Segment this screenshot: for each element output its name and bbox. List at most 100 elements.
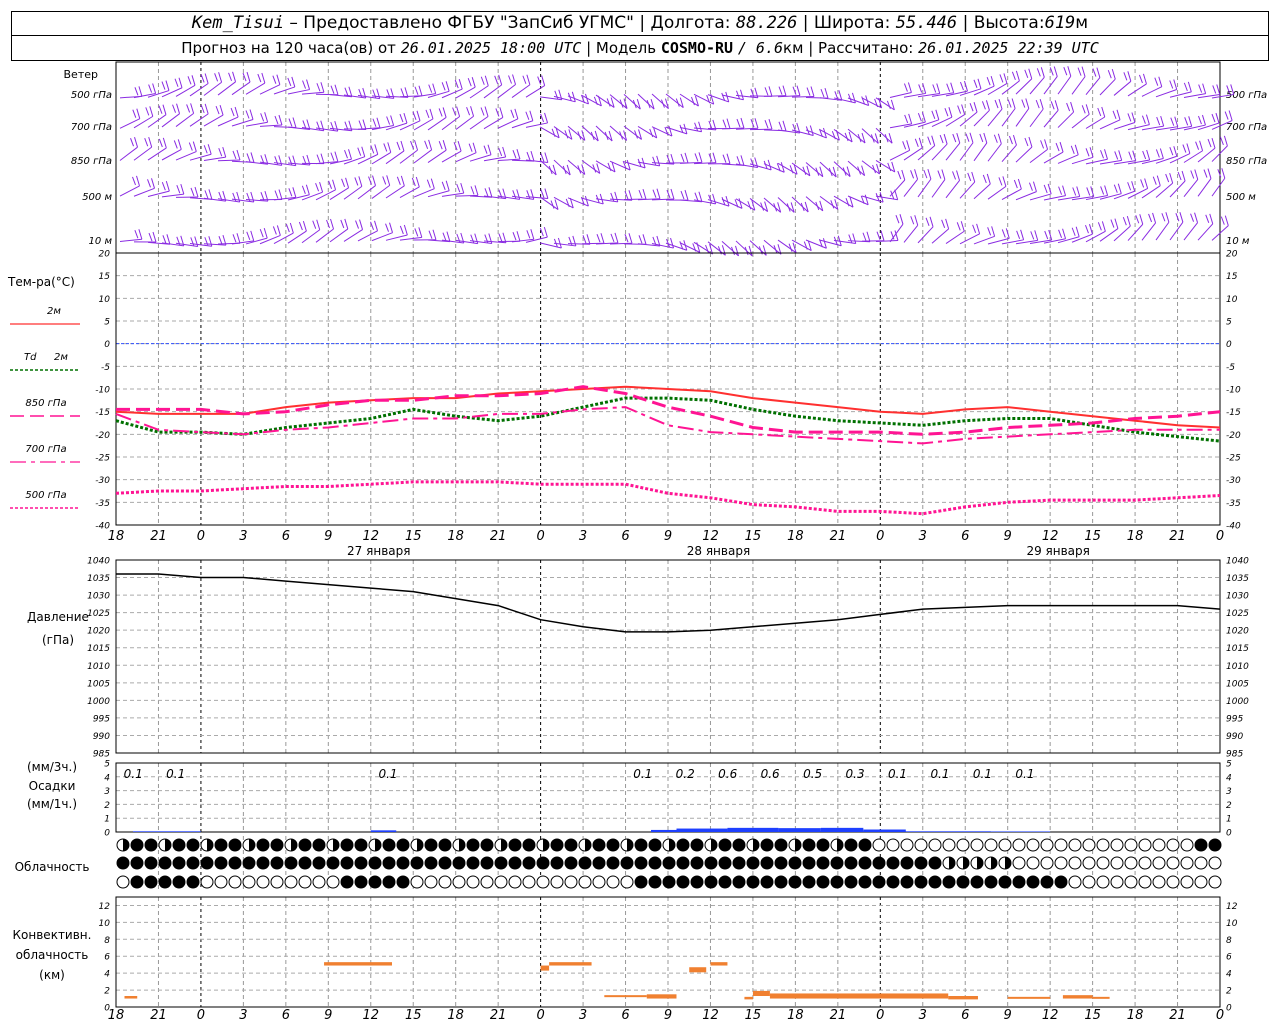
wind-barb-flag xyxy=(1182,144,1187,153)
wind-barb xyxy=(987,143,1002,162)
cloud-symbol xyxy=(410,875,424,889)
cloud-symbol xyxy=(620,856,634,870)
wind-barb-flag xyxy=(162,235,167,244)
cloud-symbol-half xyxy=(949,857,955,869)
wind-barb-flag xyxy=(1131,181,1136,192)
cloud-symbol xyxy=(494,875,508,889)
wind-barb-flag xyxy=(557,237,562,249)
wind-barb-flag xyxy=(158,105,163,114)
wind-barb-flag xyxy=(1117,183,1122,194)
wind-barb-flag xyxy=(344,218,349,230)
prec-ytick-right: 0 xyxy=(1226,829,1232,839)
wind-barb-flag xyxy=(134,137,138,148)
wind-barb-flag xyxy=(288,188,293,197)
wind-barb-flag xyxy=(1081,66,1086,77)
wind-barb-flag xyxy=(712,152,717,163)
wind-barb-flag xyxy=(562,165,567,175)
wind-barb-flag xyxy=(935,109,940,120)
wind-barb-flag xyxy=(445,81,450,92)
wind-barb-flag xyxy=(845,198,850,207)
wind-barb-flag xyxy=(983,132,988,144)
precip-value-label: 0.1 xyxy=(1015,767,1034,781)
cloud-symbol xyxy=(424,875,438,889)
cloud-symbol xyxy=(844,838,858,852)
wind-barb-flag xyxy=(1100,186,1105,195)
cloud-symbol-half xyxy=(627,839,633,851)
temp-axis-hour-label: 0 xyxy=(1216,529,1224,544)
cloud-symbol xyxy=(1040,856,1054,870)
precip-bar xyxy=(990,831,1051,832)
conv-ytick-right: 10 xyxy=(1226,919,1238,929)
pres-ytick-right: 1020 xyxy=(1226,627,1249,637)
conv-cloud-bar xyxy=(1007,996,1051,999)
wind-barb-flag xyxy=(1035,99,1040,109)
wind-barb-flag xyxy=(218,72,223,83)
cloud-symbol xyxy=(1054,856,1068,870)
wind-barb-flag xyxy=(694,192,699,201)
wind-barb-flag xyxy=(400,88,405,97)
wind-barb xyxy=(497,84,516,99)
cloud-symbol xyxy=(1152,838,1166,852)
wind-barb-flag xyxy=(1049,67,1054,76)
wind-barb-flag xyxy=(1165,173,1170,183)
wind-barb xyxy=(525,85,545,98)
cloud-symbol xyxy=(774,856,788,870)
cloud-symbol xyxy=(1068,875,1082,889)
cloud-symbol xyxy=(522,875,536,889)
wind-barb-flag xyxy=(432,229,437,240)
wind-barb-flag xyxy=(876,231,881,240)
wind-barb-flag xyxy=(1140,179,1145,188)
wind-barb-flag xyxy=(1063,67,1068,76)
wind-barb-flag xyxy=(319,182,324,193)
temp-ytick-left: -30 xyxy=(95,476,110,486)
wind-barb-flag xyxy=(315,182,320,192)
wind-barb-flag xyxy=(1154,77,1159,86)
wind-barb xyxy=(1141,86,1163,97)
temp-axis-hour-label: 18 xyxy=(1127,529,1144,544)
wind-barb-flag xyxy=(541,75,546,86)
wind-barb-flag xyxy=(158,138,163,148)
temp-axis-hour-label: 0 xyxy=(197,529,205,544)
wind-barb-flag xyxy=(526,151,531,161)
wind-barb-flag xyxy=(1212,85,1217,94)
wind-barb-flag xyxy=(1081,105,1086,114)
cloud-symbol-half xyxy=(543,839,549,851)
wind-barb-flag xyxy=(1092,68,1097,77)
wind-barb xyxy=(1057,75,1072,95)
cloud-symbol-half xyxy=(963,857,969,869)
cloud-symbol xyxy=(494,856,508,870)
wind-barb-flag xyxy=(842,167,847,176)
wind-barb-flag xyxy=(415,176,420,188)
wind-barb-flag xyxy=(152,83,157,94)
cloud-symbol xyxy=(116,875,130,889)
cloud-symbol xyxy=(1124,856,1138,870)
temp-ytick-right: 20 xyxy=(1226,250,1238,260)
conv-ytick-left: 4 xyxy=(104,970,110,980)
wind-barb-flag xyxy=(950,82,955,93)
temp-ytick-right: -20 xyxy=(1226,431,1241,441)
cloud-symbol xyxy=(1082,838,1096,852)
wind-barb-flag xyxy=(222,147,227,158)
wind-barb xyxy=(231,81,251,96)
wind-barb-flag xyxy=(1156,116,1161,126)
cloud-symbol xyxy=(1096,875,1110,889)
temp-axis-hour-label: 15 xyxy=(405,529,422,544)
wind-barb xyxy=(1155,182,1173,198)
wind-barb-flag xyxy=(1002,176,1007,187)
wind-barb-flag xyxy=(514,108,519,119)
wind-barb-flag xyxy=(1028,182,1033,191)
cloud-symbol xyxy=(942,838,956,852)
wind-barb-flag xyxy=(1146,149,1151,161)
wind-barb-flag xyxy=(1008,135,1013,145)
cloud-symbol xyxy=(340,875,354,889)
temp-axis-hour-label: 12 xyxy=(1042,529,1059,544)
wind-barb xyxy=(875,97,895,111)
temp-axis-day-label: 27 января xyxy=(347,544,410,558)
cloud-symbol xyxy=(270,856,284,870)
wind-barb-flag xyxy=(1015,70,1020,82)
precip-unit-top: (мм/3ч.) xyxy=(27,760,77,774)
cloud-symbol xyxy=(606,875,620,889)
wind-barb xyxy=(889,179,906,197)
precip-title: Осадки xyxy=(29,779,76,793)
cloud-symbol xyxy=(564,838,578,852)
